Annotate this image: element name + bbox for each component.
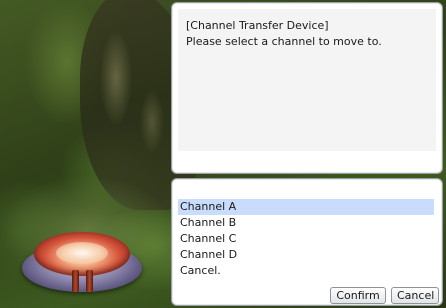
dialog-line-prompt: Please select a channel to move to. bbox=[186, 35, 382, 48]
device-leg-left bbox=[72, 270, 79, 292]
menu-item-cancel[interactable]: Cancel. bbox=[178, 263, 434, 279]
channel-select-menu: Channel A Channel B Channel C Channel D … bbox=[171, 178, 443, 306]
menu-item-channel-c[interactable]: Channel C bbox=[178, 231, 434, 247]
channel-list: Channel A Channel B Channel C Channel D … bbox=[178, 199, 434, 279]
confirm-button[interactable]: Confirm bbox=[330, 287, 386, 304]
device-leg-right bbox=[86, 270, 93, 292]
dialog-text: [Channel Transfer Device] Please select … bbox=[186, 18, 382, 50]
menu-item-channel-b[interactable]: Channel B bbox=[178, 215, 434, 231]
menu-item-channel-d[interactable]: Channel D bbox=[178, 247, 434, 263]
dialog-line-title: [Channel Transfer Device] bbox=[186, 19, 329, 32]
menu-item-channel-a[interactable]: Channel A bbox=[178, 199, 434, 215]
dialog-text-area: [Channel Transfer Device] Please select … bbox=[178, 9, 436, 151]
npc-dialog-window: [Channel Transfer Device] Please select … bbox=[171, 2, 443, 174]
device-core-glow bbox=[56, 242, 108, 264]
channel-transfer-device-sprite[interactable] bbox=[22, 230, 142, 294]
cancel-button[interactable]: Cancel bbox=[391, 287, 439, 304]
